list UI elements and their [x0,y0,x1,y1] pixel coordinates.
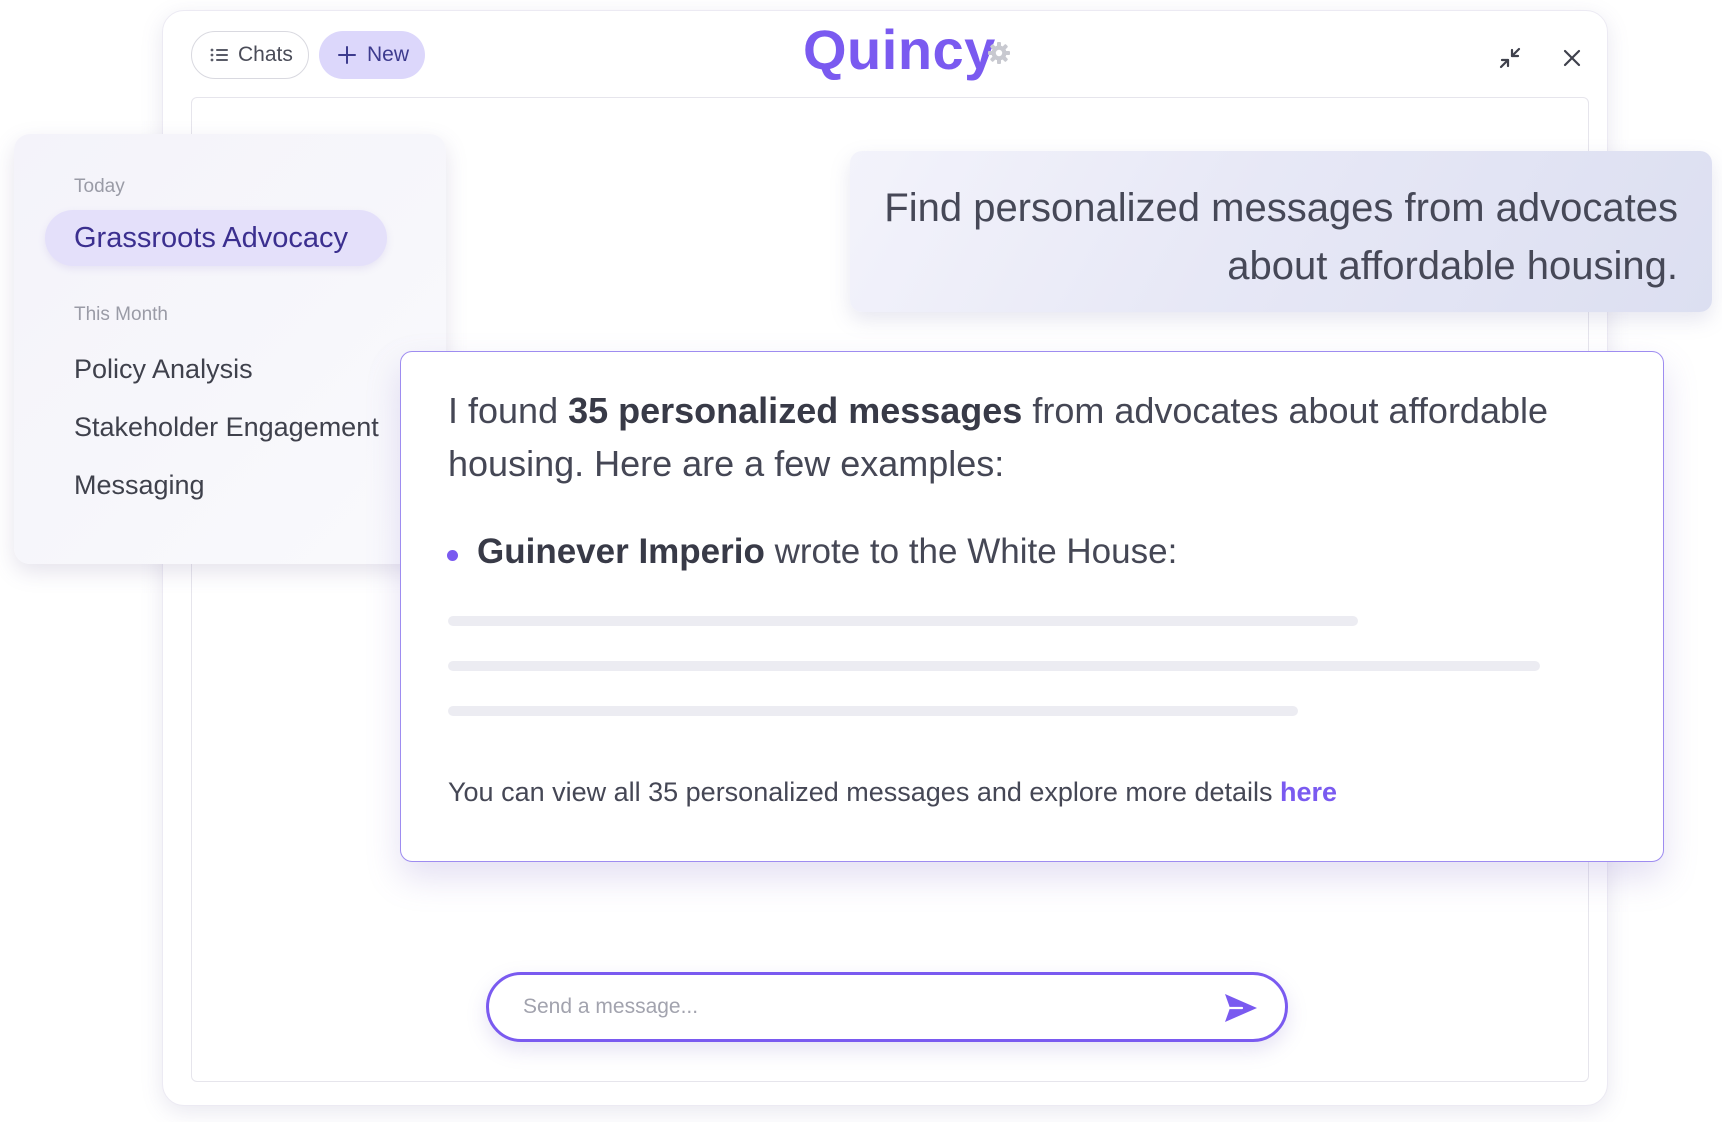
example-author: Guinever Imperio [477,532,765,571]
example-message-item: Guinever Imperio wrote to the White Hous… [477,532,1177,572]
chat-history-panel: Today Grassroots Advocacy This Month Pol… [14,134,446,564]
message-placeholder-line [448,661,1540,671]
new-chat-button-label: New [367,43,410,66]
history-item-grassroots-advocacy[interactable]: Grassroots Advocacy [45,210,387,266]
list-icon [210,48,228,62]
app-logo: Quincy [803,18,996,81]
assistant-footer-text: You can view all 35 personalized message… [448,777,1280,807]
user-message-bubble: Find personalized messages from advocate… [850,151,1712,312]
gear-icon[interactable] [987,41,1011,65]
assistant-footer: You can view all 35 personalized message… [448,777,1337,808]
chats-button[interactable]: Chats [191,31,309,79]
message-composer [486,972,1288,1042]
chats-button-label: Chats [238,43,293,66]
assistant-response-card: I found 35 personalized messages from ad… [400,351,1664,862]
assistant-intro-highlight: 35 personalized messages [568,390,1023,431]
send-icon[interactable] [1222,990,1260,1026]
minimize-icon[interactable] [1495,43,1525,73]
close-icon[interactable] [1557,43,1587,73]
user-message-text: Find personalized messages from advocate… [884,186,1678,288]
message-input[interactable] [521,975,1181,1039]
section-label-this-month: This Month [74,304,168,325]
message-placeholder-line [448,706,1298,716]
assistant-intro: I found 35 personalized messages from ad… [448,384,1628,490]
new-chat-button[interactable]: New [319,31,425,79]
example-description: wrote to the White House: [764,532,1178,571]
history-item-messaging[interactable]: Messaging [74,470,205,501]
section-label-today: Today [74,176,125,197]
history-item-stakeholder-engagement[interactable]: Stakeholder Engagement [74,412,379,443]
message-placeholder-line [448,616,1358,626]
view-all-link[interactable]: here [1280,777,1337,807]
history-item-policy-analysis[interactable]: Policy Analysis [74,354,253,385]
assistant-intro-prefix: I found [448,390,569,431]
bullet-icon [447,550,458,561]
plus-icon [338,46,356,64]
